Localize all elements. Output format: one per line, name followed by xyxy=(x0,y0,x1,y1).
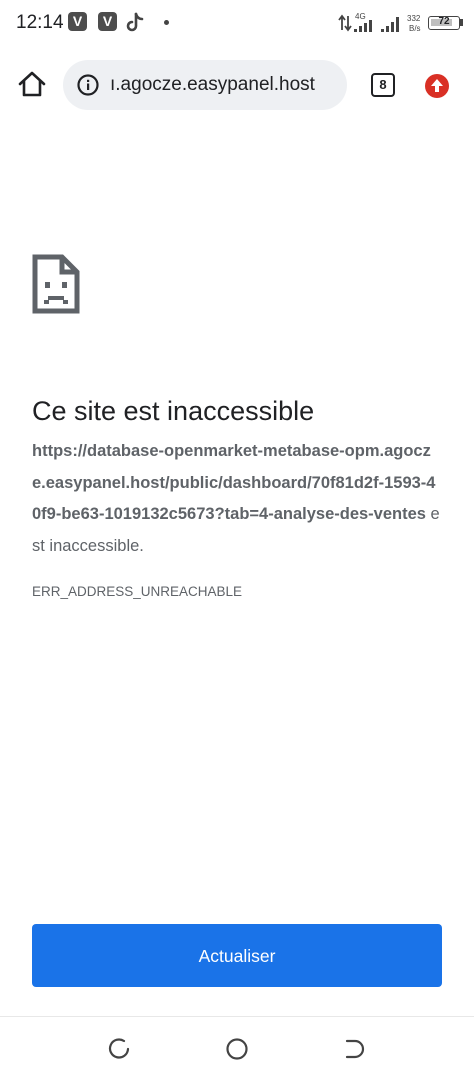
address-bar[interactable]: ı.agocze.easypanel.host xyxy=(63,60,347,110)
app-notification-icon: V xyxy=(98,12,117,31)
notification-dot xyxy=(164,20,169,25)
data-rate-value: 332 xyxy=(407,14,421,23)
data-rate-unit: B/s xyxy=(409,24,421,33)
error-message: https://database-openmarket-metabase-opm… xyxy=(32,436,444,562)
tab-switcher-button[interactable]: 8 xyxy=(371,73,395,97)
info-icon[interactable] xyxy=(77,74,99,96)
signal-strength-icon-2 xyxy=(381,17,399,32)
battery-terminal xyxy=(460,19,463,26)
error-title: Ce site est inaccessible xyxy=(32,396,315,427)
nav-home-icon[interactable] xyxy=(225,1037,249,1061)
update-button[interactable] xyxy=(425,74,449,98)
signal-strength-icon xyxy=(354,20,372,32)
home-icon[interactable] xyxy=(16,68,48,100)
update-icon xyxy=(431,79,443,92)
error-code: ERR_ADDRESS_UNREACHABLE xyxy=(32,584,243,599)
tiktok-icon xyxy=(126,12,144,32)
status-bar: 12:14 V V 4G 332 B/s 72 xyxy=(0,0,474,46)
status-time: 12:14 xyxy=(16,12,64,33)
recents-icon[interactable] xyxy=(107,1037,131,1061)
app-notification-icon: V xyxy=(68,12,87,31)
system-nav-bar xyxy=(0,1016,474,1080)
reload-button[interactable]: Actualiser xyxy=(32,924,442,987)
data-transfer-icon xyxy=(338,14,352,32)
back-icon[interactable] xyxy=(343,1037,367,1061)
battery-icon: 72 xyxy=(428,16,460,30)
url-text[interactable]: ı.agocze.easypanel.host xyxy=(110,74,315,96)
battery-level-text: 72 xyxy=(438,16,450,27)
error-url: https://database-openmarket-metabase-opm… xyxy=(32,442,436,523)
sad-document-icon xyxy=(32,254,80,314)
browser-toolbar: ı.agocze.easypanel.host 8 xyxy=(0,56,474,112)
